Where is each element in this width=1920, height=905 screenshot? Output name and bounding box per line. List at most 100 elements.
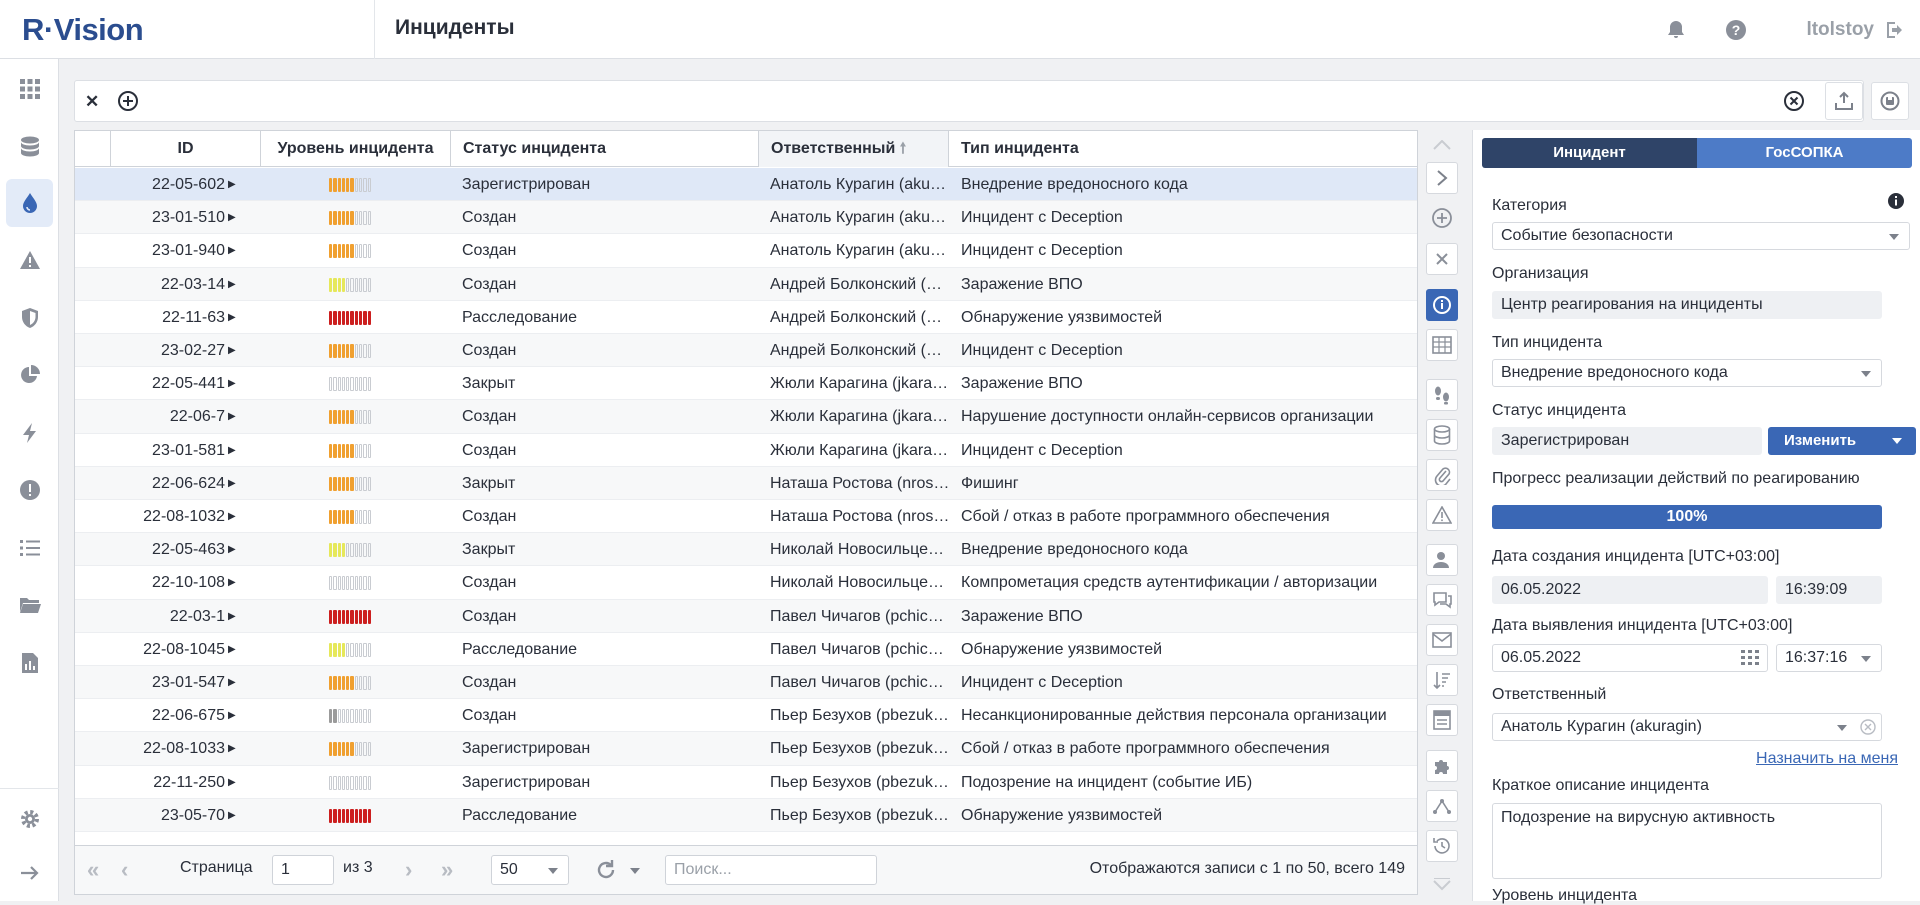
table-view-icon[interactable] [1426, 329, 1458, 361]
bell-icon[interactable] [1664, 18, 1688, 42]
table-row[interactable]: 22-10-108▶ Создан Николай Новосильцев (nno… [75, 566, 1417, 600]
add-filter-icon[interactable] [117, 90, 139, 112]
help-icon[interactable]: ? [1724, 18, 1748, 42]
expand-row-icon[interactable]: ▶ [228, 732, 240, 765]
table-row[interactable]: 23-01-547▶ Создан Павел Чичагов (pchichago… [75, 666, 1417, 700]
footprints-icon[interactable] [1426, 379, 1458, 411]
header-checkbox-column[interactable] [75, 131, 111, 167]
scroll-down-icon[interactable] [1426, 869, 1458, 901]
table-row[interactable]: 22-06-7 ▶ Создан Жюли Карагина (jkaragina) Н… [75, 400, 1417, 434]
responsible-select[interactable]: Анатоль Курагин (akuragin) [1492, 713, 1882, 741]
prev-page-icon[interactable]: ‹ [121, 857, 128, 883]
user-card-icon[interactable] [1426, 544, 1458, 576]
username[interactable]: ltolstoy [1806, 19, 1874, 41]
incidents-drop-icon[interactable] [6, 179, 53, 227]
column-header-level[interactable]: Уровень инцидента [261, 131, 451, 167]
table-row[interactable]: 23-02-27▶ Создан Андрей Болконский (abolko… [75, 334, 1417, 368]
expand-row-icon[interactable]: ▶ [228, 533, 240, 566]
column-header-status[interactable]: Статус инцидента [451, 131, 759, 167]
expand-row-icon[interactable]: ▶ [228, 234, 240, 267]
incident-id[interactable]: 22-05-602 [111, 168, 225, 201]
assets-database-icon[interactable] [1426, 419, 1458, 451]
expand-row-icon[interactable]: ▶ [228, 566, 240, 599]
filter-bar[interactable]: ✕ [74, 80, 1864, 122]
next-page-icon[interactable]: › [405, 857, 412, 883]
settings-gear-icon[interactable] [6, 795, 53, 843]
incident-id[interactable]: 22-06-675 [111, 699, 225, 732]
expand-row-icon[interactable]: ▶ [228, 666, 240, 699]
folder-icon[interactable] [6, 581, 53, 629]
detected-time-select[interactable]: 16:37:16 [1776, 644, 1882, 672]
table-row[interactable]: 22-05-463▶ Закрыт Николай Новосильцев (nno… [75, 533, 1417, 567]
category-select[interactable]: Событие безопасности [1492, 222, 1910, 250]
expand-arrow-icon[interactable] [6, 849, 53, 897]
clear-filter-icon[interactable] [1783, 90, 1805, 112]
expand-row-icon[interactable]: ▶ [228, 400, 240, 433]
lightning-icon[interactable] [6, 409, 53, 457]
collapse-panel-button[interactable] [1426, 162, 1458, 194]
pie-chart-icon[interactable] [6, 351, 53, 399]
puzzle-icon[interactable] [1426, 750, 1458, 782]
table-row[interactable]: 22-03-14▶ Создан Андрей Болконский (abolko… [75, 267, 1417, 301]
table-row[interactable]: 22-08-1045 ▶ Расследование Павел Чичагов (p… [75, 633, 1417, 666]
comments-icon[interactable] [1426, 584, 1458, 616]
incident-id[interactable]: 23-01-510 [111, 201, 225, 234]
list-icon[interactable] [6, 524, 53, 572]
column-header-type[interactable]: Тип инцидента [949, 131, 1417, 167]
incident-id[interactable]: 23-05-70 [111, 799, 225, 832]
incident-id[interactable]: 22-10-108 [111, 566, 225, 599]
database-icon[interactable] [6, 123, 53, 171]
table-row[interactable]: 22-11-63 ▶ Расследование Андрей Болконский … [75, 301, 1417, 334]
alert-circle-icon[interactable] [6, 466, 53, 514]
expand-row-icon[interactable]: ▶ [228, 766, 240, 799]
expand-row-icon[interactable]: ▶ [228, 434, 240, 467]
expand-row-icon[interactable]: ▶ [228, 334, 240, 367]
clear-responsible-icon[interactable] [1860, 719, 1876, 735]
assign-to-me-link[interactable]: Назначить на меня [1756, 750, 1898, 768]
expand-row-icon[interactable]: ▶ [228, 699, 240, 732]
incident-id[interactable]: 22-11-250 [111, 766, 225, 799]
table-row[interactable]: 23-01-581 ▶ Создан Жюли Карагина (jkaragina… [75, 434, 1417, 467]
add-incident-icon[interactable] [1426, 202, 1458, 234]
expand-row-icon[interactable]: ▶ [228, 367, 240, 400]
save-filter-button[interactable] [1871, 82, 1909, 120]
graph-icon[interactable] [1426, 790, 1458, 822]
table-row[interactable]: 22-06-624 ▶ Закрыт Наташа Ростова (nrostova… [75, 466, 1417, 500]
column-header-responsible[interactable]: Ответственный 🠕 [759, 131, 949, 167]
grid-search-input[interactable]: Поиск... [665, 855, 877, 885]
warning-icon[interactable] [6, 236, 53, 284]
refresh-options-icon[interactable] [630, 868, 640, 874]
table-row[interactable]: 22-08-1033 ▶ Зарегистрирован Пьер Безухов (… [75, 732, 1417, 766]
tab-gossopka[interactable]: ГосСОПКА [1697, 138, 1912, 168]
incident-type-select[interactable]: Внедрение вредоносного кода [1492, 359, 1882, 387]
table-row[interactable]: 22-05-602 ▶ Зарегистрирован Анатоль Курагин… [75, 168, 1417, 202]
mail-icon[interactable] [1426, 624, 1458, 656]
incident-id[interactable]: 23-01-940 [111, 234, 225, 267]
incident-id[interactable]: 22-06-624 [111, 467, 225, 500]
scroll-up-icon[interactable] [1426, 129, 1458, 161]
column-header-id[interactable]: ID [111, 131, 261, 167]
table-row[interactable]: 22-05-441 ▶ Закрыт Жюли Карагина (jkaragina… [75, 367, 1417, 401]
table-row[interactable]: 22-08-1032 ▶ Создан Наташа Ростова (nrostov… [75, 500, 1417, 534]
shield-icon[interactable] [6, 294, 53, 342]
close-filter-icon[interactable]: ✕ [85, 92, 99, 112]
apps-grid-icon[interactable] [6, 65, 53, 113]
expand-row-icon[interactable]: ▶ [228, 168, 240, 201]
change-status-button[interactable]: Изменить [1768, 427, 1916, 455]
info-icon[interactable] [1887, 192, 1905, 210]
tab-incident[interactable]: Инцидент [1482, 138, 1697, 168]
incident-id[interactable]: 22-08-1032 [111, 500, 225, 533]
table-row[interactable]: 22-06-675 ▶ Создан Пьер Безухов (pbezukhov)… [75, 699, 1417, 733]
document-icon[interactable] [1426, 704, 1458, 736]
incident-id[interactable]: 22-05-441 [111, 367, 225, 400]
incident-id[interactable]: 23-01-581 [111, 434, 225, 467]
expand-row-icon[interactable]: ▶ [228, 201, 240, 234]
expand-row-icon[interactable]: ▶ [228, 301, 240, 334]
description-textarea[interactable]: Подозрение на вирусную активность [1492, 803, 1882, 879]
table-row[interactable]: 22-11-250 ▶ Зарегистрирован Пьер Безухов (p… [75, 766, 1417, 799]
expand-row-icon[interactable]: ▶ [228, 600, 240, 633]
report-icon[interactable] [6, 639, 53, 687]
expand-row-icon[interactable]: ▶ [228, 633, 240, 666]
detected-date-input[interactable]: 06.05.2022 [1492, 644, 1768, 672]
attachment-icon[interactable] [1426, 459, 1458, 491]
